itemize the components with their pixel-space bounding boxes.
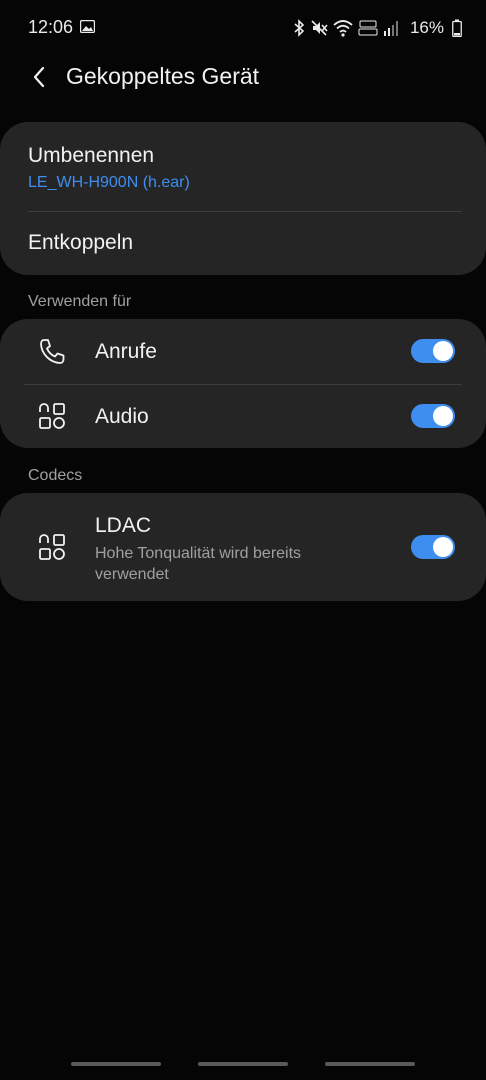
status-time: 12:06 [28, 17, 74, 37]
ldac-toggle-switch[interactable] [411, 535, 455, 559]
unpair-label: Entkoppeln [28, 231, 134, 254]
device-card: Umbenennen LE_WH-H900N (h.ear) Entkoppel… [0, 122, 486, 275]
back-button[interactable] [24, 62, 54, 92]
mute-icon [311, 20, 328, 36]
toggle-row-ldac[interactable]: LDAC Hohe Tonqualität wird bereits verwe… [0, 493, 486, 601]
toggle-label-ldac: LDAC [95, 514, 152, 537]
switch-knob [433, 341, 453, 361]
device-name: LE_WH-H900N (h.ear) [28, 174, 190, 191]
use-for-card: Anrufe Audio [0, 319, 486, 448]
signal-icon [383, 21, 398, 36]
battery-icon [452, 19, 462, 37]
page-title: Gekoppeltes Gerät [66, 63, 260, 89]
gallery-icon [80, 20, 95, 33]
audio-toggle-switch[interactable] [411, 404, 455, 428]
volte-icon [358, 20, 378, 36]
section-title-codecs: Codecs [28, 467, 83, 484]
rename-row[interactable]: Umbenennen LE_WH-H900N (h.ear) [0, 122, 486, 211]
app-header: Gekoppeltes Gerät [0, 52, 486, 102]
screen: 12:06 16% Gekoppeltes Gerät Umbenennen L… [0, 0, 486, 1080]
rename-label: Umbenennen [28, 144, 155, 167]
navigation-bar [0, 1056, 486, 1080]
battery-percent: 16% [409, 18, 444, 37]
wifi-icon [333, 20, 353, 37]
switch-knob [433, 537, 453, 557]
bluetooth-icon [294, 19, 305, 37]
status-bar: 12:06 16% [0, 0, 486, 56]
switch-knob [433, 406, 453, 426]
phone-icon [40, 339, 65, 364]
apps-icon [39, 534, 65, 560]
chevron-left-icon [33, 66, 45, 88]
codecs-card: LDAC Hohe Tonqualität wird bereits verwe… [0, 493, 486, 601]
toggle-row-audio[interactable]: Audio [0, 385, 486, 448]
toggle-label-calls: Anrufe [95, 340, 157, 363]
toggle-row-calls[interactable]: Anrufe [0, 319, 486, 384]
calls-toggle-switch[interactable] [411, 339, 455, 363]
nav-home-handle[interactable] [198, 1062, 288, 1066]
apps-icon [39, 403, 65, 429]
nav-back-handle[interactable] [325, 1062, 415, 1066]
ldac-description: Hohe Tonqualität wird bereits verwendet [95, 545, 302, 583]
toggle-label-audio: Audio [95, 405, 149, 428]
nav-recents-handle[interactable] [71, 1062, 161, 1066]
unpair-row[interactable]: Entkoppeln [0, 212, 486, 275]
section-title-use-for: Verwenden für [28, 293, 132, 310]
status-icons: 16% [293, 14, 462, 42]
